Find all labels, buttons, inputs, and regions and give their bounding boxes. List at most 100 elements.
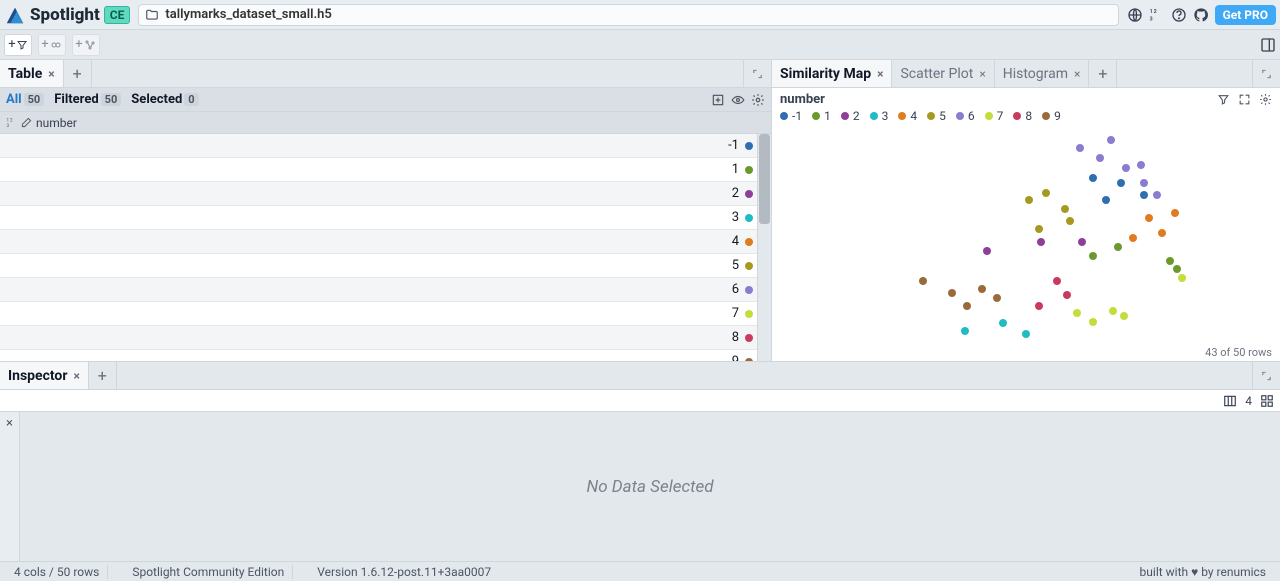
table-column-header[interactable]: 123 number [0,112,771,134]
legend-item[interactable]: 5 [927,109,946,123]
filter-all[interactable]: All50 [6,92,44,107]
scatter-point[interactable] [1061,205,1069,213]
add-graph-button[interactable]: + [72,34,100,56]
scatter-point[interactable] [1025,196,1033,204]
scatter-point[interactable] [1153,191,1161,199]
scatter-point[interactable] [1089,174,1097,182]
legend-item[interactable]: 3 [870,109,889,123]
scrollbar[interactable] [757,134,771,361]
legend-item[interactable]: 1 [812,109,831,123]
table-row[interactable]: 2 [0,182,757,206]
table-row[interactable]: 1 [0,158,757,182]
close-icon[interactable]: × [877,67,883,81]
scatter-point[interactable] [983,247,991,255]
add-column-icon[interactable] [711,93,725,107]
scatter-point[interactable] [1117,179,1125,187]
close-icon[interactable]: × [6,416,13,561]
scatter-point[interactable] [1042,189,1050,197]
scrollbar-thumb[interactable] [759,134,770,224]
tab-scatter-plot[interactable]: Scatter Plot× [892,60,994,87]
add-tab-button[interactable]: + [64,60,92,87]
scatter-point[interactable] [1063,291,1071,299]
filter-filtered[interactable]: Filtered50 [54,92,121,107]
table-row[interactable]: 6 [0,278,757,302]
github-icon[interactable] [1193,7,1209,23]
scatter-point[interactable] [1129,234,1137,242]
help-icon[interactable] [1171,7,1187,23]
scatter-point[interactable] [1137,161,1145,169]
filename-box[interactable]: tallymarks_dataset_small.h5 [138,4,1118,26]
filter-icon[interactable] [1217,93,1230,106]
table-row[interactable]: 4 [0,230,757,254]
scatter-point[interactable] [1096,154,1104,162]
scatter-point[interactable] [1035,225,1043,233]
scatter-point[interactable] [1053,277,1061,285]
tab-similarity-map[interactable]: Similarity Map× [772,60,892,87]
scatter-point[interactable] [1102,196,1110,204]
scatter-point[interactable] [993,294,1001,302]
table-row[interactable]: 7 [0,302,757,326]
scatter-point[interactable] [1140,191,1148,199]
scatter-point[interactable] [1089,252,1097,260]
legend-item[interactable]: 8 [1013,109,1032,123]
scatter-point[interactable] [948,289,956,297]
map-canvas[interactable] [772,127,1280,346]
layout-toggle-icon[interactable] [1260,37,1276,53]
globe-icon[interactable] [1127,7,1143,23]
scatter-point[interactable] [1173,265,1181,273]
scatter-point[interactable] [1178,274,1186,282]
scatter-point[interactable] [919,277,927,285]
scatter-point[interactable] [1145,214,1153,222]
legend-item[interactable]: 2 [841,109,860,123]
legend-item[interactable]: -1 [780,109,802,123]
get-pro-button[interactable]: Get PRO [1215,5,1276,25]
close-icon[interactable]: × [73,369,79,383]
add-tab-button[interactable]: + [1089,60,1117,87]
scatter-point[interactable] [1122,164,1130,172]
legend-item[interactable]: 6 [956,109,975,123]
inspector-close-strip[interactable]: × [0,412,20,561]
grid-icon[interactable] [1260,394,1274,408]
legend-item[interactable]: 9 [1042,109,1061,123]
scatter-point[interactable] [1140,179,1148,187]
tab-histogram[interactable]: Histogram× [995,60,1090,87]
filter-selected[interactable]: Selected0 [131,92,198,107]
add-filter-button[interactable]: + [4,34,32,56]
scatter-point[interactable] [1158,229,1166,237]
scatter-point[interactable] [999,319,1007,327]
maximize-icon[interactable] [743,60,771,87]
close-icon[interactable]: × [1074,67,1080,81]
scatter-point[interactable] [1114,243,1122,251]
gear-icon[interactable] [751,93,765,107]
scatter-point[interactable] [1066,217,1074,225]
scatter-point[interactable] [1037,238,1045,246]
scatter-point[interactable] [961,327,969,335]
scatter-point[interactable] [1035,302,1043,310]
scatter-point[interactable] [1022,330,1030,338]
scatter-point[interactable] [1089,318,1097,326]
eye-icon[interactable] [731,93,745,107]
scatter-point[interactable] [1076,144,1084,152]
expand-icon[interactable] [1238,93,1251,106]
add-tab-button[interactable]: + [89,362,117,389]
number-icon[interactable]: 123 [1149,7,1165,23]
table-row[interactable]: -1 [0,134,757,158]
columns-icon[interactable] [1223,394,1237,408]
scatter-point[interactable] [963,302,971,310]
scatter-point[interactable] [1073,309,1081,317]
tab-table[interactable]: Table × [0,60,64,87]
table-row[interactable]: 9 [0,350,757,361]
table-row[interactable]: 8 [0,326,757,350]
legend-item[interactable]: 7 [985,109,1004,123]
table-row[interactable]: 3 [0,206,757,230]
maximize-icon[interactable] [1252,362,1280,389]
scatter-point[interactable] [1166,257,1174,265]
scatter-point[interactable] [1171,209,1179,217]
scatter-point[interactable] [1078,238,1086,246]
close-icon[interactable]: × [979,67,985,81]
add-link-button[interactable]: + [38,34,66,56]
close-icon[interactable]: × [48,67,54,81]
scatter-point[interactable] [1107,136,1115,144]
tab-inspector[interactable]: Inspector × [0,362,89,389]
gear-icon[interactable] [1259,93,1272,106]
